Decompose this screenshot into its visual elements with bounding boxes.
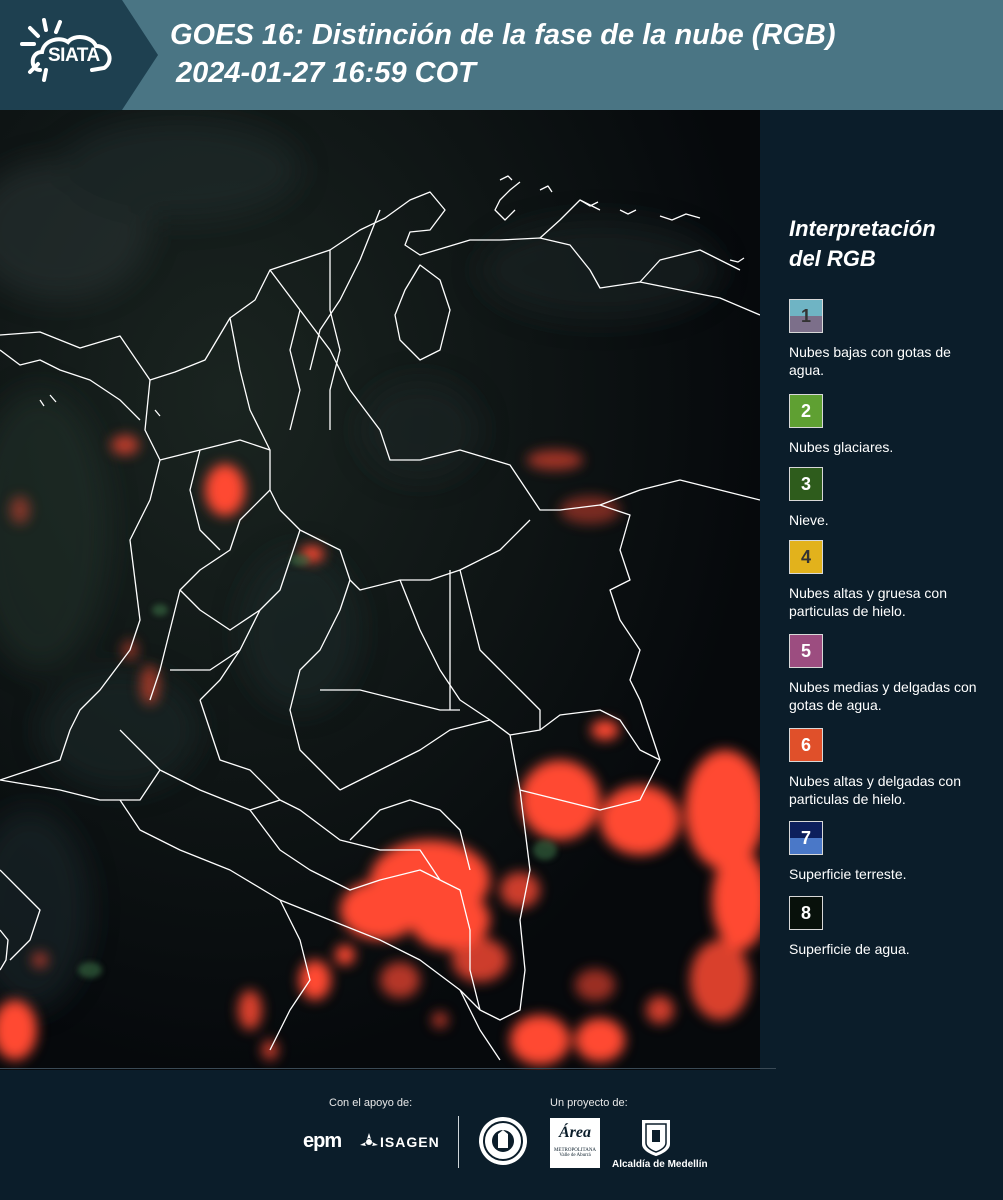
project-label: Un proyecto de: bbox=[550, 1097, 628, 1109]
siata-logo-text: SIATA bbox=[48, 45, 100, 66]
legend-swatch-6: 6 bbox=[789, 728, 823, 762]
page-title: GOES 16: Distinción de la fase de la nub… bbox=[170, 19, 836, 51]
legend-swatch-7: 7 bbox=[789, 821, 823, 855]
satellite-map-image bbox=[0, 110, 760, 1070]
legend-label-3: Nieve. bbox=[789, 512, 829, 528]
legend-label-6: Nubes altas y delgadas con particulas de… bbox=[789, 773, 961, 807]
alcaldia-shield-icon bbox=[642, 1120, 670, 1156]
legend-label-4: Nubes altas y gruesa con particulas de h… bbox=[789, 585, 947, 619]
legend-item-8: 8 Superficie de agua. bbox=[789, 896, 989, 958]
alcaldia-label: Alcaldía de Medellín bbox=[612, 1159, 708, 1170]
legend-label-8: Superficie de agua. bbox=[789, 941, 910, 957]
footer: Con el apoyo de: Un proyecto de: epm ISA… bbox=[0, 1070, 1003, 1200]
legend-label-7: Superficie terreste. bbox=[789, 866, 907, 882]
legend-number-8: 8 bbox=[800, 902, 811, 923]
legend-item-4: 4 Nubes altas y gruesa con particulas de… bbox=[789, 540, 989, 620]
legend-swatch-1: 1 bbox=[789, 299, 823, 333]
legend-number-3: 3 bbox=[800, 473, 811, 494]
legend-swatch-2: 2 bbox=[789, 394, 823, 428]
legend-swatch-4: 4 bbox=[789, 540, 823, 574]
legend-item-2: 2 Nubes glaciares. bbox=[789, 394, 989, 456]
legend-title: Interpretación del RGB bbox=[789, 214, 989, 274]
satellite-map[interactable] bbox=[0, 110, 760, 1070]
isagen-logo: ISAGEN bbox=[380, 1134, 440, 1150]
support-label: Con el apoyo de: bbox=[329, 1097, 413, 1109]
legend-swatch-8: 8 bbox=[789, 896, 823, 930]
legend-item-7: 7 Superficie terreste. bbox=[789, 821, 989, 883]
header-bar: SIATA GOES 16: Distinción de la fase de … bbox=[0, 0, 1003, 110]
legend-label-5: Nubes medias y delgadas con gotas de agu… bbox=[789, 679, 977, 713]
legend-label-1: Nubes bajas con gotas de agua. bbox=[789, 344, 951, 378]
legend-number-1: 1 bbox=[800, 305, 811, 326]
area-logo-text: Área bbox=[559, 1124, 591, 1141]
legend-number-6: 6 bbox=[800, 734, 811, 755]
footer-divider-line bbox=[0, 1068, 776, 1069]
epm-logo: epm bbox=[303, 1130, 342, 1152]
footer-separator bbox=[458, 1116, 459, 1168]
legend-title-line2: del RGB bbox=[789, 246, 876, 271]
legend-title-line1: Interpretación bbox=[789, 216, 936, 241]
legend-number-5: 5 bbox=[800, 640, 811, 661]
legend-item-5: 5 Nubes medias y delgadas con gotas de a… bbox=[789, 634, 989, 714]
legend-item-1: 1 Nubes bajas con gotas de agua. bbox=[789, 299, 989, 379]
page-timestamp: 2024-01-27 16:59 COT bbox=[176, 57, 476, 89]
legend-label-2: Nubes glaciares. bbox=[789, 439, 894, 455]
legend-swatch-3: 3 bbox=[789, 467, 823, 501]
legend-item-6: 6 Nubes altas y delgadas con particulas … bbox=[789, 728, 989, 808]
legend-number-7: 7 bbox=[800, 827, 811, 848]
legend-swatch-5: 5 bbox=[789, 634, 823, 668]
legend-item-3: 3 Nieve. bbox=[789, 467, 989, 529]
legend-number-4: 4 bbox=[800, 546, 811, 567]
university-seal-icon bbox=[479, 1117, 527, 1165]
area-metropolitana-logo: Área METROPOLITANA Valle de Aburrá bbox=[550, 1118, 600, 1168]
siata-logo: SIATA bbox=[0, 0, 158, 110]
legend-number-2: 2 bbox=[800, 400, 811, 421]
area-logo-sub2: Valle de Aburrá bbox=[559, 1153, 591, 1158]
